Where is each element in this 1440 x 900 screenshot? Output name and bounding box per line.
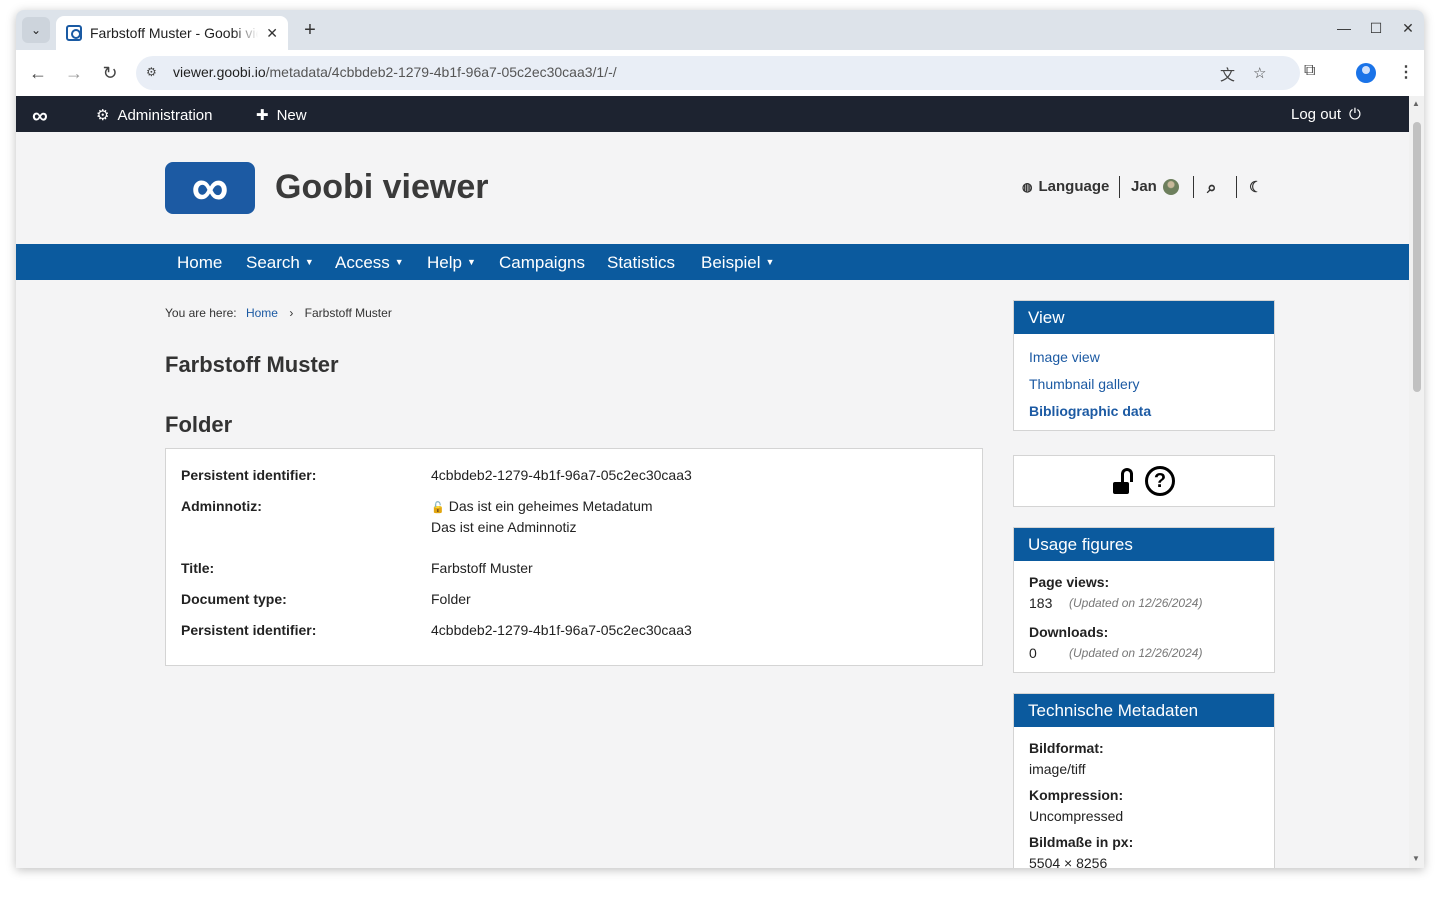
section-title: Folder [165, 412, 233, 437]
favicon-icon [66, 25, 82, 41]
access-rights-widget: ? [1013, 455, 1275, 507]
breadcrumb-current: Farbstoff Muster [304, 306, 392, 320]
page-views-label: Page views: [1029, 574, 1110, 590]
goobi-small-logo[interactable]: ∞ [32, 103, 48, 129]
caret-down-icon: ▼ [765, 257, 775, 267]
caret-down-icon: ▼ [394, 257, 404, 267]
scrollbar-thumb[interactable] [1413, 122, 1421, 392]
bildformat-label: Bildformat: [1029, 740, 1104, 756]
new-tab-button[interactable]: + [298, 18, 322, 42]
bildmasse-value: 5504 × 8256 [1029, 855, 1108, 868]
scroll-down-icon[interactable]: ▼ [1412, 854, 1420, 863]
bibliographic-data-link[interactable]: Bibliographic data [1029, 403, 1151, 419]
nav-campaigns[interactable]: Campaigns [499, 253, 585, 273]
language-selector[interactable]: ◍ Language [1022, 178, 1109, 195]
admin-bar: ∞ ⚙ Administration ✚ New Log out ⏻ [16, 96, 1409, 132]
minimize-icon[interactable]: — [1334, 20, 1354, 36]
chevron-down-icon: ⌄ [30, 23, 42, 37]
goobi-logo[interactable]: ∞ [165, 162, 255, 214]
downloads-value: 0 [1029, 645, 1037, 661]
menu-kebab-icon[interactable]: ⋮ [1398, 62, 1414, 82]
caret-down-icon: ▼ [466, 257, 476, 267]
page-scrollbar[interactable]: ▲ ▼ [1409, 96, 1424, 868]
kompression-label: Kompression: [1029, 787, 1124, 803]
browser-tab[interactable]: Farbstoff Muster - Goobi viewer ✕ [56, 16, 288, 50]
user-avatar [1162, 178, 1179, 195]
page-title: Farbstoff Muster [165, 352, 339, 377]
widget-title: Technische Metadaten [1014, 694, 1274, 727]
browser-toolbar: ← → ↻ ⚙ viewer.goobi.io/metadata/4cbbdeb… [16, 50, 1424, 96]
bildmasse-label: Bildmaße in px: [1029, 834, 1134, 850]
image-view-link[interactable]: Image view [1029, 349, 1100, 365]
power-icon: ⏻ [1349, 106, 1361, 123]
kompression-value: Uncompressed [1029, 808, 1124, 824]
nav-search[interactable]: Search ▼ [246, 253, 314, 273]
administration-link[interactable]: ⚙ Administration [96, 106, 213, 125]
back-icon[interactable]: ← [27, 62, 49, 84]
header-divider [1119, 176, 1120, 198]
window-close-icon[interactable]: ✕ [1398, 20, 1418, 37]
globe-icon: ◍ [1022, 179, 1033, 194]
user-menu[interactable]: Jan [1131, 178, 1179, 195]
open-lock-icon [1113, 468, 1135, 494]
reload-icon[interactable]: ↻ [99, 62, 121, 84]
usage-figures-widget: Usage figures Page views: 183 (Updated o… [1013, 527, 1275, 673]
dark-mode-moon-icon[interactable]: ☾ [1249, 178, 1262, 196]
downloads-note: (Updated on 12/26/2024) [1069, 646, 1203, 660]
plus-icon: ✚ [256, 107, 269, 124]
bildformat-value: image/tiff [1029, 761, 1086, 777]
close-icon[interactable]: ✕ [266, 25, 278, 42]
new-link[interactable]: ✚ New [256, 106, 307, 125]
site-info-icon[interactable]: ⚙ [146, 65, 162, 81]
profile-avatar-icon[interactable] [1356, 63, 1376, 83]
search-icon[interactable]: ⌕ [1207, 178, 1217, 198]
logout-link[interactable]: Log out ⏻ [1291, 106, 1361, 123]
unlock-icon: 🔓 [431, 502, 445, 514]
maximize-icon[interactable]: ☐ [1366, 20, 1386, 37]
extensions-icon[interactable]: ⧉ [1304, 62, 1315, 80]
question-circle-icon[interactable]: ? [1145, 466, 1175, 496]
page-viewport: ∞ ⚙ Administration ✚ New Log out ⏻ ∞ Goo… [16, 96, 1409, 868]
view-widget: View Image view Thumbnail gallery Biblio… [1013, 300, 1275, 431]
forward-icon[interactable]: → [63, 62, 85, 84]
nav-beispiel[interactable]: Beispiel ▼ [701, 253, 774, 273]
widget-title: Usage figures [1014, 528, 1274, 561]
browser-window: ⌄ Farbstoff Muster - Goobi viewer ✕ + — … [16, 10, 1424, 868]
metadata-table: Persistent identifier: 4cbbdeb2-1279-4b1… [165, 448, 983, 666]
thumbnail-gallery-link[interactable]: Thumbnail gallery [1029, 376, 1140, 392]
page-views-value: 183 [1029, 595, 1053, 611]
downloads-label: Downloads: [1029, 624, 1109, 640]
breadcrumb-separator: › [289, 306, 294, 320]
address-bar[interactable]: ⚙ viewer.goobi.io/metadata/4cbbdeb2-1279… [136, 56, 1300, 90]
caret-down-icon: ▼ [304, 257, 314, 267]
header-divider [1236, 176, 1237, 198]
nav-statistics[interactable]: Statistics [607, 253, 675, 273]
brand-title[interactable]: Goobi viewer [275, 168, 489, 207]
breadcrumb-home-link[interactable]: Home [246, 306, 278, 320]
url-text[interactable]: viewer.goobi.io/metadata/4cbbdeb2-1279-4… [173, 64, 617, 80]
header-divider [1193, 176, 1194, 198]
bookmark-star-icon[interactable]: ☆ [1253, 64, 1266, 82]
tab-title: Farbstoff Muster - Goobi viewer [90, 25, 258, 41]
page-views-note: (Updated on 12/26/2024) [1069, 596, 1203, 610]
widget-title: View [1014, 301, 1274, 334]
gears-icon: ⚙ [96, 107, 110, 124]
tab-strip: ⌄ Farbstoff Muster - Goobi viewer ✕ + — … [16, 10, 1424, 50]
nav-access[interactable]: Access ▼ [335, 253, 404, 273]
technical-metadata-widget: Technische Metadaten Bildformat: image/t… [1013, 693, 1275, 868]
site-header: ∞ Goobi viewer ◍ Language Jan ⌕ ☾ [16, 132, 1409, 244]
nav-help[interactable]: Help ▼ [427, 253, 476, 273]
breadcrumb: You are here: Home › Farbstoff Muster [165, 306, 392, 320]
scroll-up-icon[interactable]: ▲ [1412, 99, 1420, 108]
translate-icon[interactable]: 文 [1220, 64, 1235, 85]
main-navigation: Home Search ▼ Access ▼ Help ▼ Campaigns Sta… [16, 244, 1409, 280]
tab-search-button[interactable]: ⌄ [22, 17, 50, 43]
nav-home[interactable]: Home [177, 253, 222, 273]
